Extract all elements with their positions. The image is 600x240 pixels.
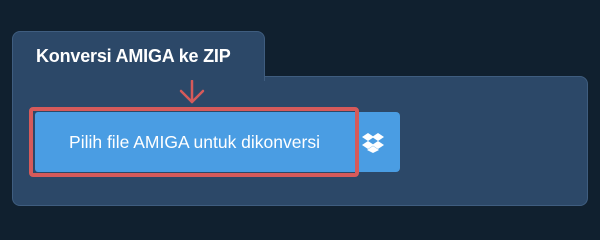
tab-panel-joint	[13, 74, 264, 80]
arrow-down-icon	[179, 80, 205, 104]
dropbox-icon	[362, 133, 384, 153]
choose-file-button[interactable]: Pilih file AMIGA untuk dikonversi	[35, 112, 354, 172]
tab-title: Konversi AMIGA ke ZIP	[36, 46, 231, 66]
